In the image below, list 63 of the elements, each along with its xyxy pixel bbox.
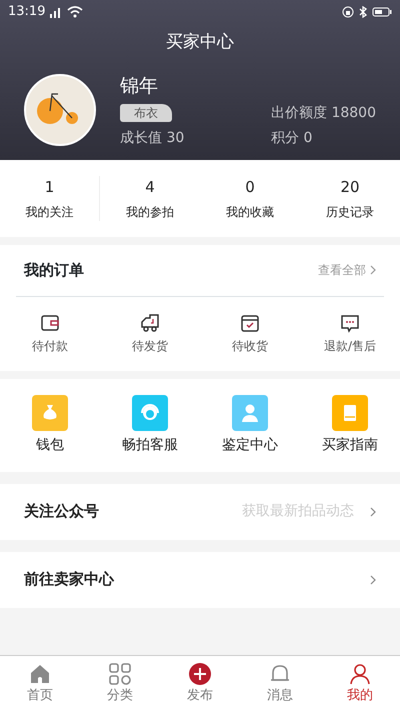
order-status-label: 待收货 xyxy=(232,338,268,354)
battery-icon xyxy=(372,6,392,18)
order-status-label: 待发货 xyxy=(132,338,168,354)
growth-value: 成长值 30 xyxy=(120,129,184,148)
status-time: 13:19 xyxy=(8,3,46,22)
lock-icon xyxy=(342,6,354,18)
row-label: 关注公众号 xyxy=(24,501,100,522)
menu-row[interactable]: 前往卖家中心 xyxy=(0,552,400,608)
service-item[interactable]: 畅拍客服 xyxy=(100,394,200,456)
tab[interactable]: 消息 xyxy=(240,656,320,711)
stat-label: 我的参拍 xyxy=(125,204,175,220)
stat-item[interactable]: 4 我的参拍 xyxy=(100,176,200,220)
service-label: 买家指南 xyxy=(322,436,378,454)
chat-icon xyxy=(340,312,360,332)
stat-item[interactable]: 1 我的关注 xyxy=(0,176,100,220)
user-name: 锦年 xyxy=(120,74,159,98)
stat-value: 0 xyxy=(244,177,256,198)
service-item[interactable]: 鉴定中心 xyxy=(200,394,300,456)
bid-limit: 出价额度 18800 xyxy=(271,104,376,123)
service-item[interactable]: 买家指南 xyxy=(300,394,400,456)
service-label: 畅拍客服 xyxy=(122,436,178,454)
plus-icon xyxy=(188,662,212,686)
order-status-item[interactable]: 待付款 xyxy=(0,312,100,354)
page-title: 买家中心 xyxy=(165,31,235,54)
bluetooth-icon xyxy=(358,6,368,18)
wallet-icon xyxy=(40,312,60,332)
level-tag: 布衣 xyxy=(120,104,172,122)
tab[interactable]: 我的 xyxy=(320,656,400,711)
chevron-right-icon xyxy=(370,265,376,275)
order-status-item[interactable]: 退款/售后 xyxy=(300,312,400,354)
tab[interactable]: 分类 xyxy=(80,656,160,711)
grid-icon xyxy=(108,662,132,686)
stat-item[interactable]: 20 历史记录 xyxy=(300,176,400,220)
tab[interactable]: 发布 xyxy=(160,656,240,711)
order-status-label: 待付款 xyxy=(32,338,68,354)
tab[interactable]: 首页 xyxy=(0,656,80,711)
stat-value: 1 xyxy=(44,177,56,198)
box-icon xyxy=(240,312,260,332)
stat-item[interactable]: 0 我的收藏 xyxy=(200,176,300,220)
stat-value: 4 xyxy=(144,177,156,198)
row-label: 前往卖家中心 xyxy=(24,569,116,590)
chevron-right-icon xyxy=(370,574,376,584)
money-bag-icon xyxy=(32,394,68,430)
service-item[interactable]: 钱包 xyxy=(0,394,100,456)
order-status-item[interactable]: 待收货 xyxy=(200,312,300,354)
stat-label: 历史记录 xyxy=(325,204,375,220)
truck-icon xyxy=(140,312,160,332)
order-status-label: 退款/售后 xyxy=(324,338,376,354)
stat-label: 我的关注 xyxy=(24,204,74,220)
book-icon xyxy=(332,394,368,430)
service-label: 钱包 xyxy=(36,436,64,454)
stat-value: 20 xyxy=(339,177,361,198)
chevron-right-icon xyxy=(370,506,376,516)
user-icon xyxy=(348,662,372,686)
headset-icon xyxy=(132,394,168,430)
wifi-icon xyxy=(67,6,84,18)
avatar-bicycle-icon xyxy=(24,74,96,146)
points-value: 积分 0 xyxy=(271,129,314,148)
person-icon xyxy=(232,394,268,430)
service-label: 鉴定中心 xyxy=(222,436,278,454)
stat-label: 我的收藏 xyxy=(225,204,275,220)
section-title: 我的订单 xyxy=(24,260,84,281)
order-status-item[interactable]: 待发货 xyxy=(100,312,200,354)
